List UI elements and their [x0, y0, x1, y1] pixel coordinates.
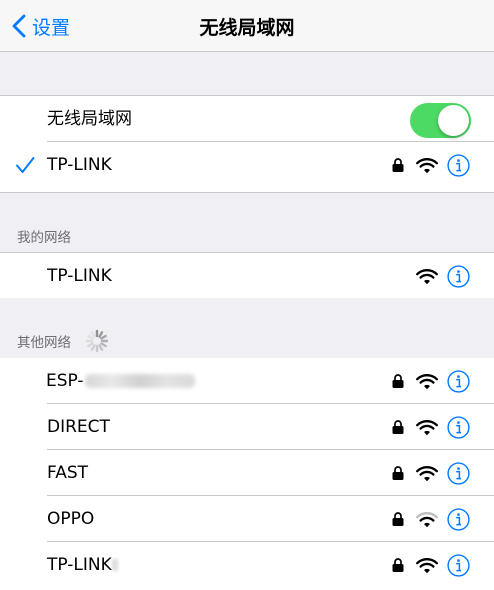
wifi-signal-icon — [416, 268, 438, 285]
lock-icon — [392, 374, 404, 388]
lock-icon — [392, 512, 404, 526]
network-name: DIRECT — [47, 417, 110, 437]
wifi-signal-icon — [416, 465, 438, 482]
wifi-signal-icon — [416, 373, 438, 390]
connected-network-row[interactable]: TP-LINK — [0, 142, 494, 188]
wifi-weak-signal-icon — [416, 511, 438, 528]
info-icon[interactable] — [447, 554, 470, 577]
checkmark-icon — [16, 157, 35, 173]
loading-spinner-icon — [85, 329, 109, 353]
network-name-text: ESP- — [46, 371, 84, 391]
network-row[interactable]: ESP- — [0, 358, 494, 404]
other-networks-header: 其他网络 — [17, 335, 71, 351]
wlan-toggle-label: 无线局域网 — [47, 109, 132, 129]
network-row[interactable]: FAST — [0, 450, 494, 496]
wlan-group: 无线局域网 TP-LINK — [0, 95, 494, 193]
page-title: 无线局域网 — [199, 17, 295, 39]
info-icon[interactable] — [447, 508, 470, 531]
network-name: TP-LINK — [47, 542, 118, 588]
network-row[interactable]: TP-LINK — [0, 253, 494, 299]
redacted-ssid — [84, 374, 195, 388]
wifi-signal-icon — [416, 557, 438, 574]
toggle-knob — [438, 105, 469, 136]
my-networks-header: 我的网络 — [17, 230, 71, 246]
other-networks-group: ESP- DIRECT FAST OPPO TP-LINK — [0, 358, 494, 590]
network-row[interactable]: OPPO — [0, 496, 494, 542]
wifi-signal-icon — [416, 419, 438, 436]
lock-icon — [392, 558, 404, 572]
wlan-toggle-row: 无线局域网 — [0, 96, 494, 142]
redacted-ssid — [111, 559, 118, 571]
network-name: TP-LINK — [47, 155, 112, 175]
network-row[interactable]: TP-LINK — [0, 542, 494, 588]
nav-bar: 设置 无线局域网 — [0, 0, 494, 52]
network-row[interactable]: DIRECT — [0, 404, 494, 450]
network-name: TP-LINK — [47, 266, 112, 286]
info-icon[interactable] — [447, 154, 470, 177]
network-name-text: TP-LINK — [47, 555, 112, 575]
network-name: OPPO — [47, 509, 95, 529]
wifi-signal-icon — [416, 157, 438, 174]
wlan-toggle-switch[interactable] — [410, 103, 471, 138]
info-icon[interactable] — [447, 265, 470, 288]
info-icon[interactable] — [447, 462, 470, 485]
lock-icon — [392, 420, 404, 434]
info-icon[interactable] — [447, 416, 470, 439]
info-icon[interactable] — [447, 370, 470, 393]
my-networks-group: TP-LINK — [0, 252, 494, 298]
lock-icon — [392, 158, 404, 172]
lock-icon — [392, 466, 404, 480]
network-name: FAST — [47, 463, 89, 483]
network-name: ESP- — [46, 358, 195, 404]
